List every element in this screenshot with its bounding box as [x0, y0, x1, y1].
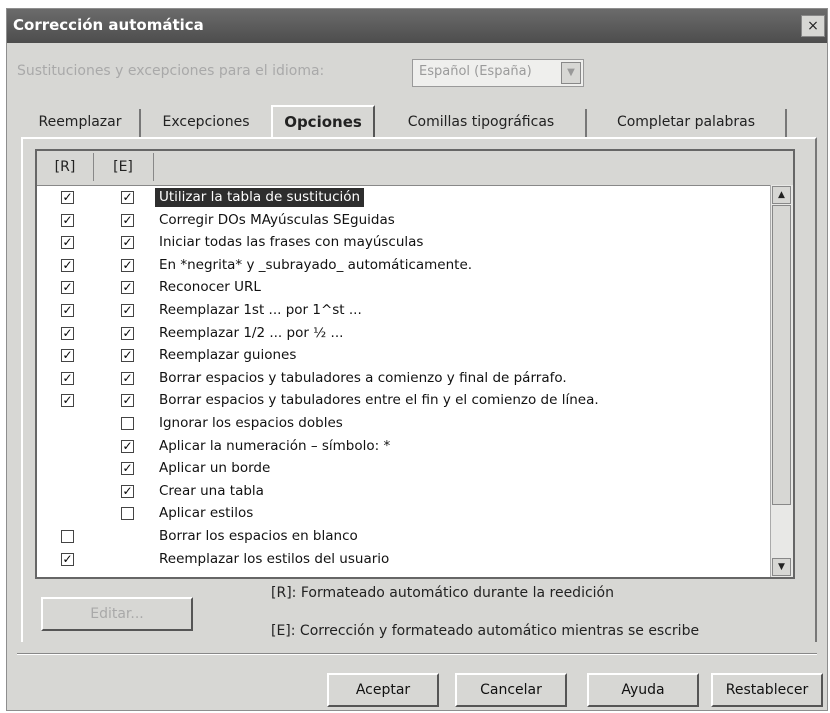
header-r[interactable]: [R] — [37, 153, 94, 181]
checkbox-r[interactable]: ✓ — [61, 552, 74, 566]
checkbox-e[interactable]: ✓ — [121, 326, 134, 340]
edit-button[interactable]: Editar... — [41, 597, 193, 631]
checkbox-e[interactable]: ✓ — [121, 191, 134, 204]
checkbox-r[interactable]: ✓ — [61, 258, 74, 272]
list-item-label: Borrar espacios y tabuladores entre el f… — [159, 392, 599, 409]
checkbox-r[interactable]: ✓ — [61, 281, 74, 295]
list-item-label: Borrar los espacios en blanco — [159, 528, 358, 544]
list-item-label: Aplicar la numeración – símbolo: * — [159, 437, 391, 454]
language-label: Sustituciones y excepciones para el idio… — [17, 63, 325, 79]
checkbox-e[interactable]: ✓ — [121, 371, 134, 385]
scroll-up-icon[interactable]: ▲ — [772, 186, 791, 204]
checkbox-e[interactable]: ✓ — [121, 213, 134, 227]
list-item-label: Iniciar todas las frases con mayúsculas — [159, 234, 424, 251]
list-item-label: Utilizar la tabla de sustitución — [155, 188, 365, 207]
dropdown-arrow-icon[interactable]: ▼ — [561, 62, 581, 84]
list-item-label: En *negrita* y _subrayado_ automáticamen… — [159, 256, 473, 273]
legend-r: [R]: Formateado automático durante la re… — [271, 585, 614, 601]
checkbox-e[interactable] — [121, 417, 134, 430]
list-item-label: Reemplazar 1/2 ... por ½ ... — [159, 324, 344, 341]
tab-opciones[interactable]: Opciones — [271, 105, 375, 139]
list-item[interactable]: ✓ ✓ Utilizar la tabla de sustitución — [37, 187, 772, 209]
list-item[interactable]: ✓ ✓ Borrar espacios y tabuladores a comien… — [37, 368, 772, 390]
scroll-down-icon[interactable]: ▼ — [772, 558, 791, 576]
language-select[interactable]: Español (España) ▼ — [412, 59, 584, 87]
list-item[interactable]: ✓ ✓ En *negrita* y _subrayado_ automáticam… — [37, 255, 772, 277]
list-item-label: Aplicar un borde — [159, 460, 271, 477]
tab-reemplazar[interactable]: Reemplazar — [21, 109, 141, 137]
list-item-label: Reemplazar los estilos del usuario — [159, 550, 390, 567]
list-item[interactable]: ✓ ✓ Borrar espacios y tabuladores entre el… — [37, 390, 772, 412]
checkbox-r[interactable]: ✓ — [61, 191, 74, 204]
list-item-label: Reemplazar 1st ... por 1^st ... — [159, 302, 362, 318]
list-item[interactable]: ✓ ✓ Reconocer URL — [37, 277, 772, 299]
list-item[interactable]: ✓ ✓ Iniciar todas las frases con mayúscula… — [37, 232, 772, 254]
checkbox-e[interactable]: ✓ — [121, 304, 134, 317]
checkbox-r[interactable]: ✓ — [61, 236, 74, 250]
list-item[interactable]: ✓ ✓ Reemplazar 1st ... por 1^st ... — [37, 300, 772, 322]
legend-e: [E]: Corrección y formateado automático … — [271, 623, 700, 639]
tab-comillas[interactable]: Comillas tipográficas — [377, 109, 587, 137]
checkbox-r[interactable]: ✓ — [61, 394, 74, 408]
checkbox-e[interactable]: ✓ — [121, 439, 134, 453]
checkbox-e[interactable]: ✓ — [121, 236, 134, 250]
cancel-button[interactable]: Cancelar — [455, 673, 567, 707]
list-item[interactable]: ✓ ✓ Reemplazar guiones — [37, 345, 772, 367]
list-item-label: Corregir DOs MAyúsculas SEguidas — [159, 211, 395, 228]
scroll-thumb[interactable] — [772, 205, 791, 505]
checkbox-e[interactable]: ✓ — [121, 462, 134, 476]
vertical-scrollbar[interactable]: ▲ ▼ — [770, 185, 793, 577]
help-button[interactable]: Ayuda — [587, 673, 699, 707]
checkbox-e[interactable]: ✓ — [121, 258, 134, 272]
dialog-title: Corrección automática — [13, 16, 204, 34]
list-item[interactable]: ✓ Crear una tabla — [37, 481, 772, 503]
list-item-label: Aplicar estilos — [159, 505, 254, 522]
autocorrect-dialog: Corrección automática × Sustituciones y … — [6, 8, 828, 711]
checkbox-e[interactable]: ✓ — [121, 281, 134, 295]
list-item[interactable]: ✓ Aplicar un borde — [37, 458, 772, 480]
list-item[interactable]: ✓ Reemplazar los estilos del usuario — [37, 549, 772, 571]
checkbox-e[interactable]: ✓ — [121, 394, 134, 408]
checkbox-r[interactable]: ✓ — [61, 304, 74, 317]
list-item[interactable]: ✓ ✓ Corregir DOs MAyúsculas SEguidas — [37, 210, 772, 232]
checkbox-r[interactable]: ✓ — [61, 349, 74, 363]
checkbox-e[interactable] — [121, 507, 134, 521]
list-item[interactable]: ✓ Aplicar la numeración – símbolo: * — [37, 436, 772, 458]
ok-button[interactable]: Aceptar — [327, 673, 439, 707]
tab-excepciones[interactable]: Excepciones — [141, 109, 273, 137]
title-bar: Corrección automática × — [7, 9, 827, 43]
list-item[interactable]: ✓ ✓ Reemplazar 1/2 ... por ½ ... — [37, 323, 772, 345]
language-value: Español (España) — [419, 64, 532, 79]
tab-completar-palabras[interactable]: Completar palabras — [587, 109, 787, 137]
checkbox-e[interactable]: ✓ — [121, 349, 134, 363]
header-e[interactable]: [E] — [93, 153, 154, 181]
checkbox-r[interactable]: ✓ — [61, 371, 74, 385]
checkbox-r[interactable]: ✓ — [61, 213, 74, 227]
list-item-label: Ignorar los espacios dobles — [159, 415, 343, 431]
options-list: [R] [E] ✓ ✓ Utilizar la tabla de sustituci… — [35, 149, 795, 579]
list-item-label: Crear una tabla — [159, 482, 264, 499]
list-item-label: Reconocer URL — [159, 279, 261, 296]
checkbox-e[interactable]: ✓ — [121, 484, 134, 498]
list-item[interactable]: Ignorar los espacios dobles — [37, 413, 772, 435]
close-icon[interactable]: × — [801, 15, 825, 37]
list-item-label: Borrar espacios y tabuladores a comienzo… — [159, 369, 567, 386]
checkbox-r[interactable]: ✓ — [61, 326, 74, 340]
list-item[interactable]: Borrar los espacios en blanco — [37, 526, 772, 548]
list-item-label: Reemplazar guiones — [159, 347, 297, 364]
list-header: [R] [E] — [37, 151, 793, 186]
list-item[interactable]: Aplicar estilos — [37, 503, 772, 525]
divider — [17, 653, 817, 655]
checkbox-r[interactable] — [61, 530, 74, 543]
reset-button[interactable]: Restablecer — [711, 673, 823, 707]
